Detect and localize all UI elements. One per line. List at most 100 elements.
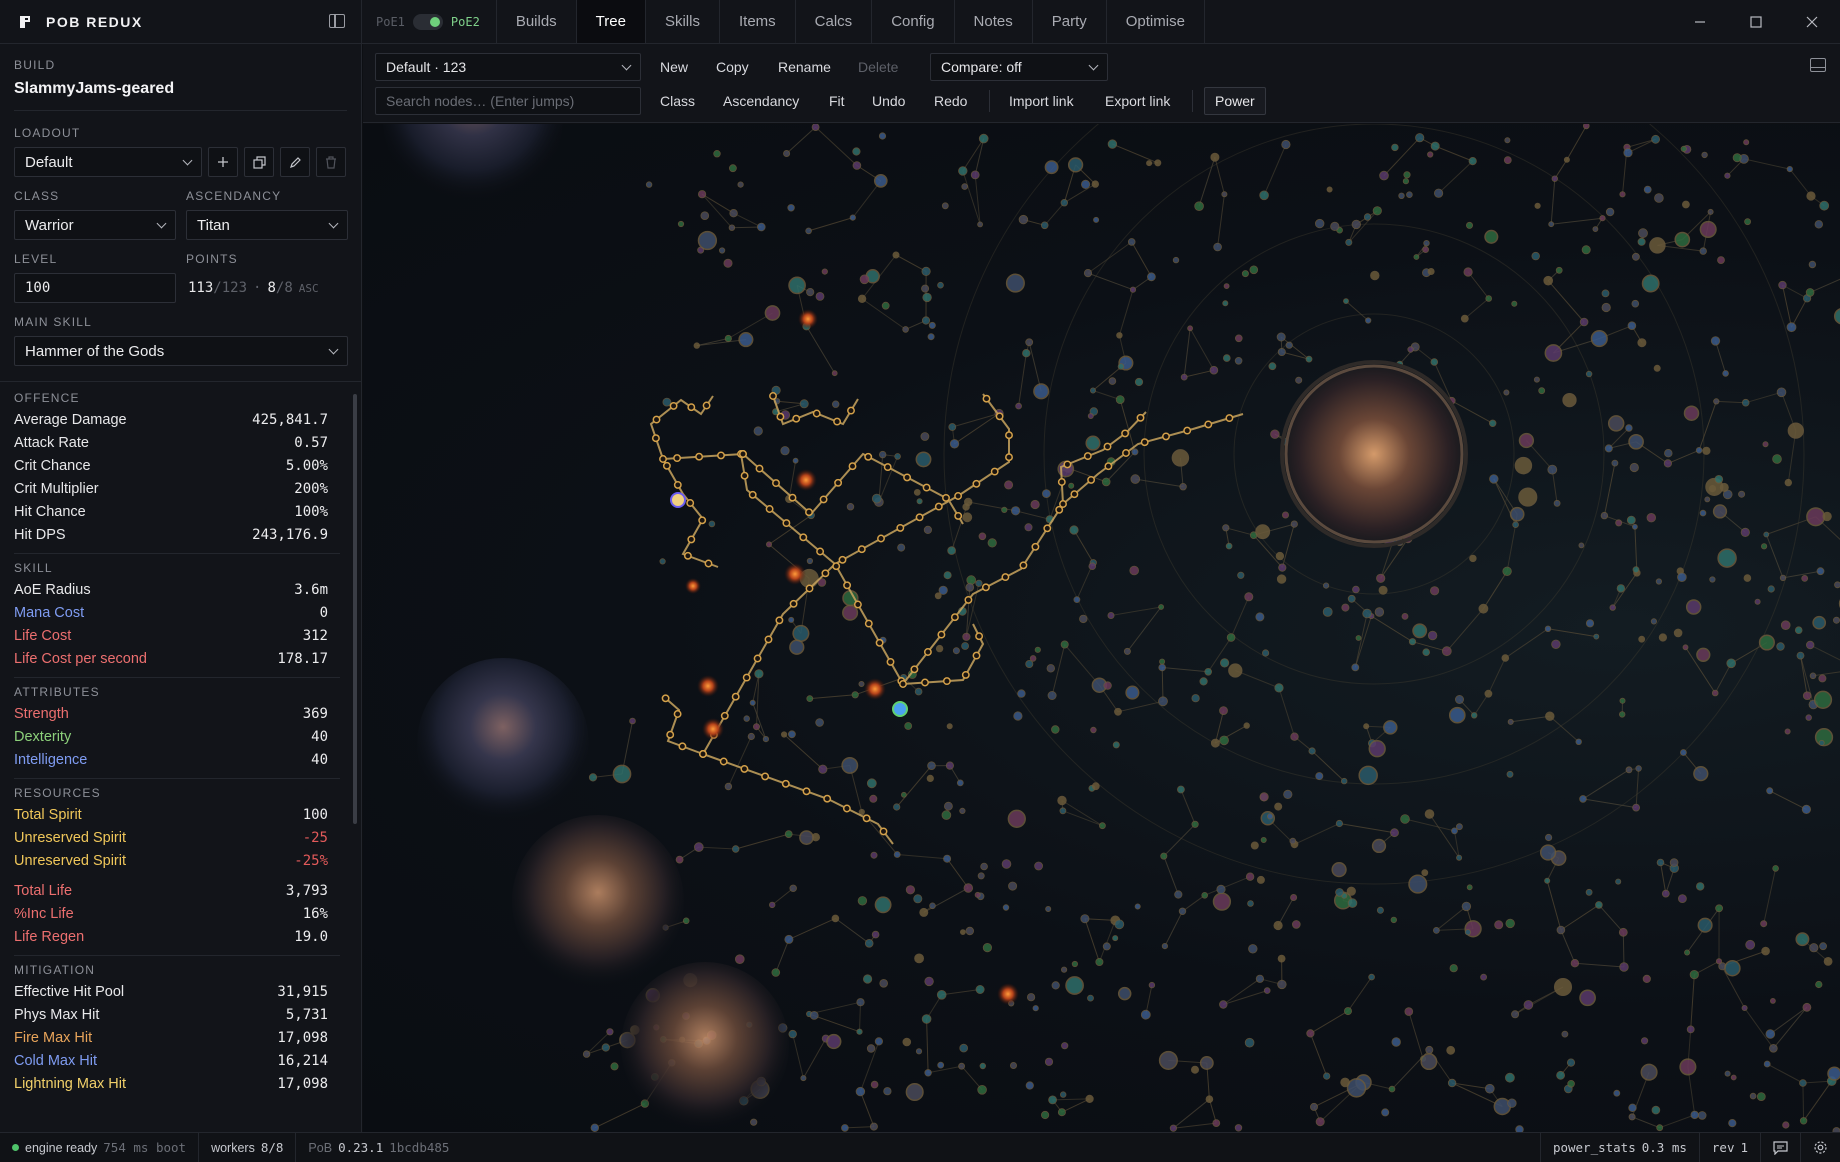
tree-node[interactable]	[729, 208, 738, 218]
tree-node[interactable]	[902, 1037, 912, 1047]
tree-node[interactable]	[1042, 489, 1051, 499]
tree-node[interactable]	[1585, 619, 1595, 628]
tree-node[interactable]	[1255, 612, 1265, 622]
tree-node[interactable]	[1699, 509, 1707, 517]
allocated-node[interactable]	[981, 583, 990, 592]
tree-node[interactable]	[788, 1029, 797, 1039]
settings-button[interactable]	[1800, 1132, 1840, 1162]
tree-node[interactable]	[780, 731, 788, 738]
tree-node[interactable]	[1277, 347, 1286, 356]
allocated-node[interactable]	[921, 678, 929, 687]
tree-node[interactable]	[913, 488, 921, 496]
allocated-node[interactable]	[687, 403, 696, 412]
tree-node[interactable]	[1802, 691, 1812, 700]
tree-node[interactable]	[1776, 642, 1785, 651]
tree-node[interactable]	[1579, 989, 1596, 1007]
tree-node[interactable]	[893, 803, 901, 811]
tree-node[interactable]	[1140, 1009, 1151, 1020]
allocated-node[interactable]	[1162, 432, 1170, 441]
allocated-node[interactable]	[886, 657, 895, 666]
tree-node[interactable]	[1060, 640, 1069, 649]
tree-node[interactable]	[1494, 920, 1504, 930]
tree-node[interactable]	[1245, 872, 1255, 881]
tree-node[interactable]	[1283, 789, 1293, 800]
tree-node[interactable]	[921, 266, 931, 276]
tree-node[interactable]	[1134, 377, 1144, 387]
notable-node[interactable]	[798, 309, 818, 329]
tree-node[interactable]	[1806, 507, 1826, 527]
allocated-node[interactable]	[765, 505, 774, 513]
tab-calcs[interactable]: Calcs	[796, 0, 873, 43]
tree-node[interactable]	[1219, 706, 1228, 715]
tree-node[interactable]	[956, 779, 964, 787]
tree-node[interactable]	[1051, 981, 1060, 990]
tree-node[interactable]	[1615, 519, 1623, 527]
ascendancy-button[interactable]: Ascendancy	[723, 88, 799, 114]
tree-node[interactable]	[1079, 614, 1088, 624]
tree-node[interactable]	[1422, 246, 1429, 253]
tree-node[interactable]	[945, 761, 955, 770]
tree-node[interactable]	[1813, 690, 1833, 709]
tree-node[interactable]	[1212, 1119, 1221, 1127]
tree-node[interactable]	[1123, 647, 1131, 655]
tree-node[interactable]	[662, 397, 672, 407]
tree-node[interactable]	[1818, 739, 1825, 746]
tree-node[interactable]	[1595, 901, 1603, 909]
tree-node[interactable]	[1376, 906, 1384, 914]
tree-node[interactable]	[905, 885, 916, 895]
allocated-node[interactable]	[950, 613, 959, 622]
tree-node[interactable]	[743, 715, 750, 722]
tree-node[interactable]	[1241, 270, 1249, 278]
tree-node[interactable]	[920, 432, 930, 441]
tree-node[interactable]	[1680, 749, 1687, 756]
allocated-node[interactable]	[937, 630, 946, 639]
tree-node[interactable]	[1464, 929, 1472, 936]
tree-node[interactable]	[937, 1061, 945, 1069]
tree-node[interactable]	[1806, 191, 1816, 201]
tree-node[interactable]	[1212, 892, 1232, 911]
tree-node[interactable]	[693, 342, 700, 349]
tree-node[interactable]	[1091, 782, 1100, 791]
tree-node[interactable]	[1026, 993, 1036, 1002]
tree-node[interactable]	[1635, 765, 1642, 772]
tree-node[interactable]	[747, 732, 755, 741]
tree-node[interactable]	[1095, 958, 1104, 967]
notable-node[interactable]	[702, 718, 724, 740]
tree-node[interactable]	[1261, 649, 1270, 657]
tree-node[interactable]	[1290, 894, 1298, 902]
tree-node[interactable]	[1650, 618, 1658, 625]
tree-node[interactable]	[1372, 206, 1382, 216]
tree-node[interactable]	[675, 855, 684, 864]
allocated-node[interactable]	[972, 479, 981, 488]
tree-node[interactable]	[959, 807, 966, 815]
tree-node[interactable]	[1306, 1029, 1315, 1038]
tree-node[interactable]	[1368, 740, 1386, 758]
tree-node[interactable]	[1601, 302, 1611, 313]
tree-node[interactable]	[1758, 634, 1775, 651]
tree-node[interactable]	[1040, 1110, 1050, 1120]
ascendancy-select[interactable]: Titan	[186, 210, 348, 240]
tree-node[interactable]	[1125, 685, 1140, 700]
tree-node[interactable]	[1484, 689, 1493, 698]
allocated-node[interactable]	[1070, 490, 1079, 499]
tree-node[interactable]	[1134, 903, 1141, 910]
tree-node[interactable]	[1776, 387, 1787, 398]
maximize-icon[interactable]	[1728, 0, 1784, 44]
tree-node[interactable]	[1315, 1117, 1325, 1127]
tree-node[interactable]	[1017, 689, 1026, 698]
allocated-node[interactable]	[934, 502, 943, 511]
tree-node[interactable]	[1715, 904, 1723, 913]
tree-node[interactable]	[1323, 1072, 1331, 1080]
tree-node[interactable]	[862, 974, 873, 984]
allocated-node[interactable]	[862, 814, 871, 823]
allocated-node[interactable]	[847, 406, 855, 415]
tree-node[interactable]	[864, 938, 874, 948]
tree-node[interactable]	[1710, 336, 1721, 346]
tree-node[interactable]	[846, 503, 855, 511]
tree-node[interactable]	[1351, 663, 1360, 672]
close-icon[interactable]	[1784, 0, 1840, 44]
tree-node[interactable]	[1682, 200, 1690, 209]
tree-node[interactable]	[1401, 612, 1409, 620]
tree-node[interactable]	[1010, 1062, 1018, 1070]
panel-toggle-icon[interactable]	[1810, 58, 1826, 72]
